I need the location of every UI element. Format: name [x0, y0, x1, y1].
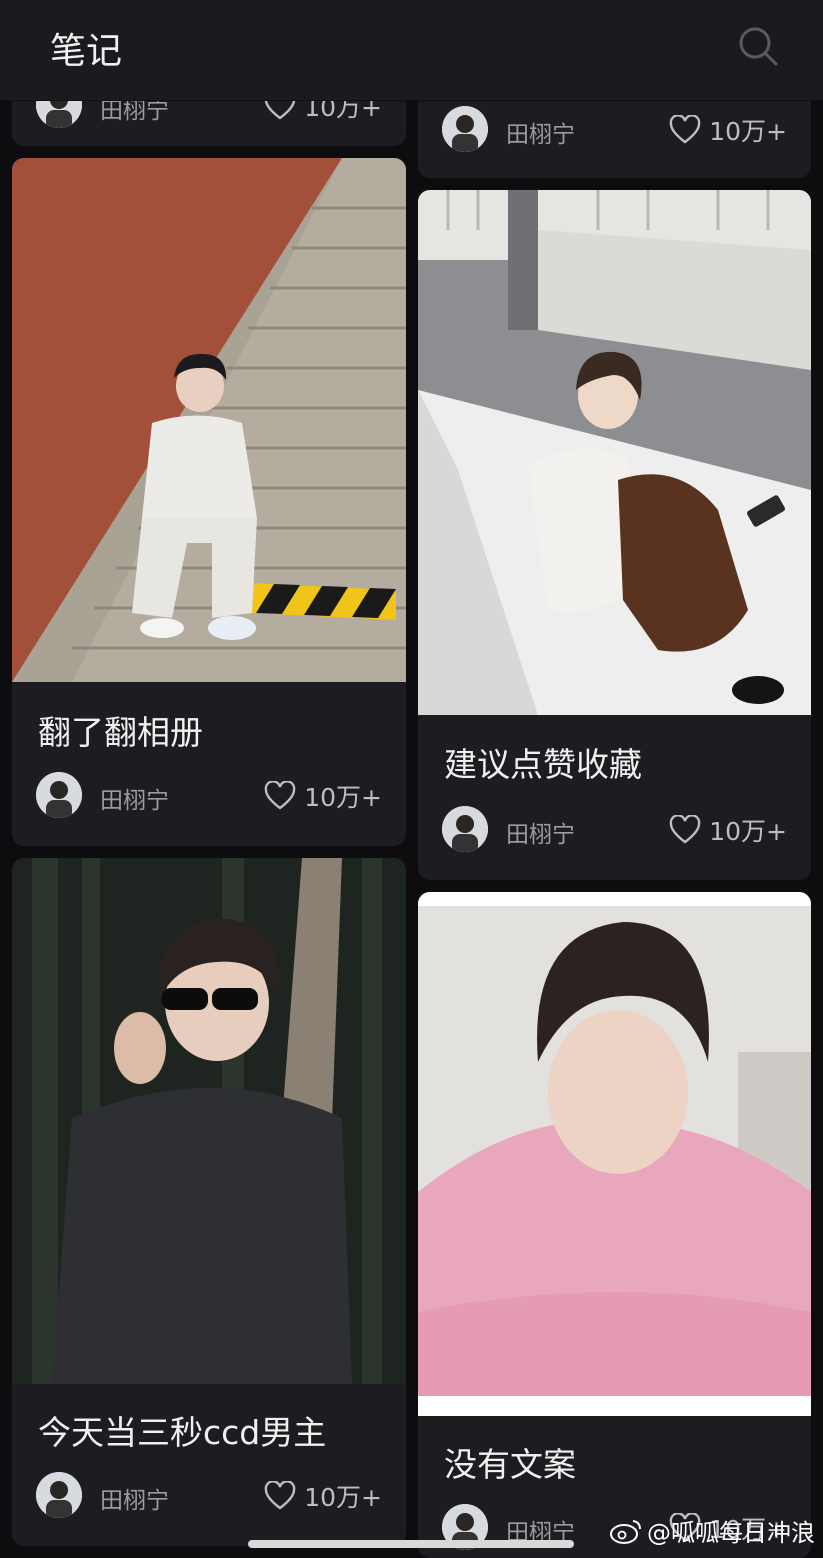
author-name[interactable]: 田栩宁	[100, 1481, 169, 1515]
note-meta: 田栩宁 10万+	[36, 1472, 382, 1520]
note-card[interactable]: 建议点赞收藏 田栩宁 10万+	[418, 190, 811, 880]
page-title: 笔记	[50, 31, 123, 72]
note-meta: 田栩宁 10万+	[442, 106, 787, 154]
author-name[interactable]: 田栩宁	[506, 815, 575, 849]
like-button[interactable]: 10万+	[669, 810, 787, 850]
like-count: 10万+	[709, 117, 787, 146]
note-title[interactable]: 没有文案	[444, 1438, 576, 1486]
note-meta: 田栩宁 10万+	[36, 772, 382, 820]
top-bar: 笔记	[0, 0, 823, 101]
note-card[interactable]: 今天当三秒ccd男主 田栩宁 10万+	[12, 858, 406, 1546]
like-count: 10万+	[304, 783, 382, 812]
note-photo[interactable]	[418, 190, 811, 715]
note-meta: 田栩宁 10万+	[442, 806, 787, 854]
like-button[interactable]: 10万+	[264, 776, 382, 816]
note-photo[interactable]	[12, 158, 406, 682]
like-count: 10万+	[304, 1483, 382, 1512]
note-photo[interactable]	[12, 858, 406, 1384]
author-name[interactable]: 田栩宁	[100, 781, 169, 815]
avatar[interactable]	[442, 806, 488, 852]
note-card[interactable]: 没有文案 田栩宁 10万+	[418, 892, 811, 1558]
heart-icon	[669, 115, 701, 144]
heart-icon	[264, 781, 296, 810]
author-name[interactable]: 田栩宁	[506, 115, 575, 149]
heart-icon	[264, 1481, 296, 1510]
note-title[interactable]: 建议点赞收藏	[444, 738, 642, 786]
note-card[interactable]: 翻了翻相册 田栩宁 10万+	[12, 158, 406, 846]
like-count: 10万+	[709, 817, 787, 846]
note-title[interactable]: 翻了翻相册	[38, 706, 203, 754]
avatar[interactable]	[36, 1472, 82, 1518]
like-button[interactable]: 10万+	[264, 1476, 382, 1516]
weibo-logo-icon	[610, 1519, 641, 1544]
heart-icon	[669, 815, 701, 844]
home-indicator[interactable]	[248, 1540, 574, 1548]
note-photo[interactable]	[418, 892, 811, 1416]
search-icon[interactable]	[736, 24, 780, 68]
avatar[interactable]	[442, 106, 488, 152]
avatar[interactable]	[36, 772, 82, 818]
note-title[interactable]: 今天当三秒ccd男主	[38, 1406, 326, 1454]
watermark-text: @呱呱每日冲浪	[647, 1519, 815, 1547]
watermark: @呱呱每日冲浪	[609, 1513, 815, 1548]
like-button[interactable]: 10万+	[669, 110, 787, 150]
